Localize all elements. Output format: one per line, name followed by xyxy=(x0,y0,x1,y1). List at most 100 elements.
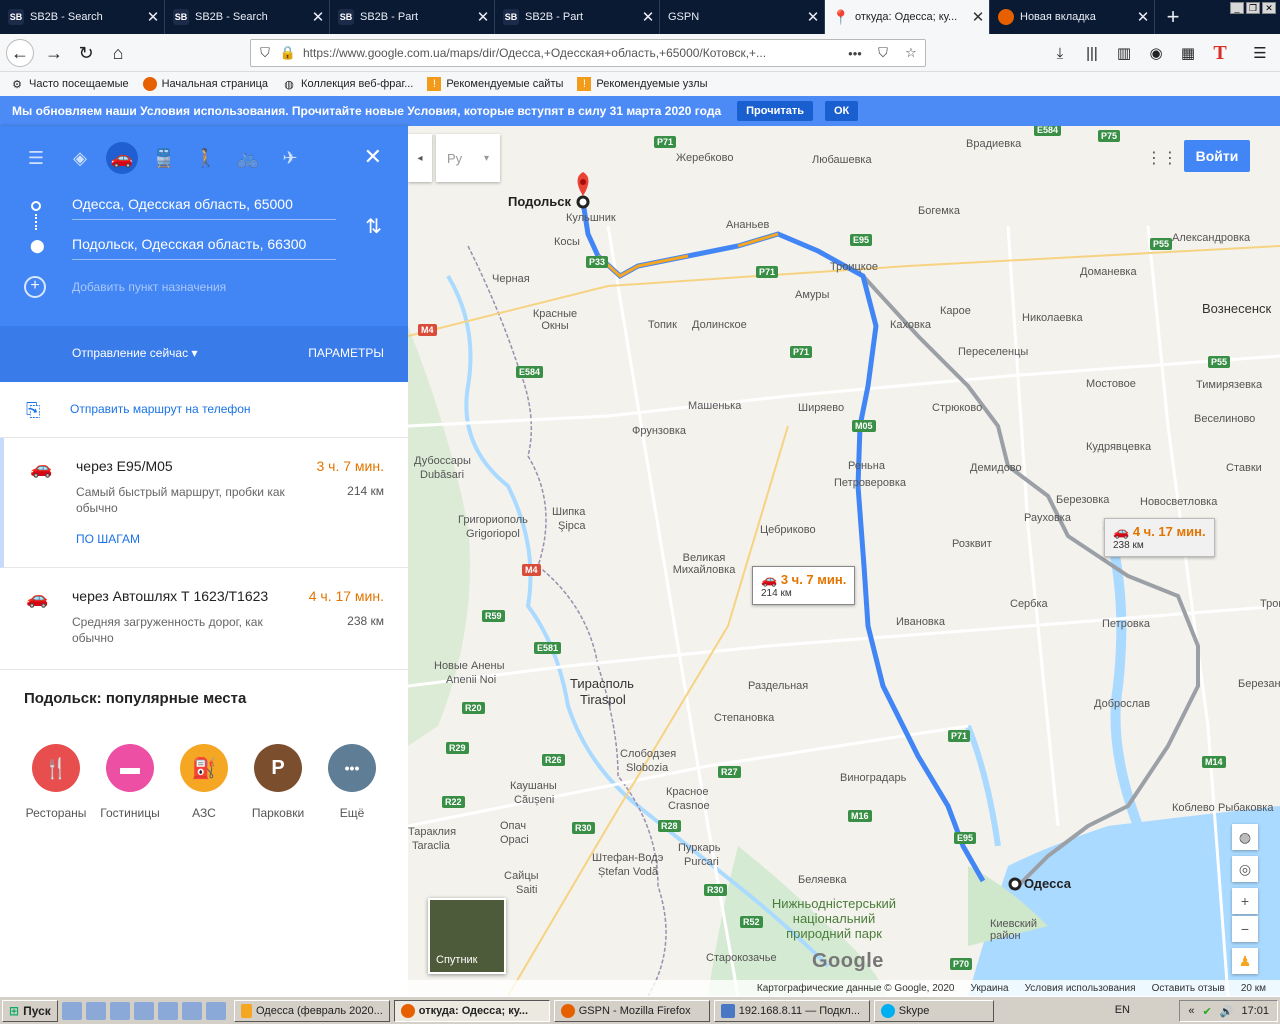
close-tab-icon[interactable]: ✕ xyxy=(1132,8,1154,26)
taskbar-item[interactable]: Одесса (февраль 2020... xyxy=(233,999,390,1022)
bookmark-star-icon[interactable]: ☆ xyxy=(897,45,925,61)
new-tab-button[interactable]: + xyxy=(1155,0,1191,34)
my-location-icon[interactable]: ◎ xyxy=(1232,856,1258,882)
alt-route-duration-callout[interactable]: 🚗 4 ч. 17 мин. 238 км xyxy=(1104,518,1215,557)
sidebar-icon[interactable]: ▥ xyxy=(1112,42,1136,64)
close-tab-icon[interactable]: ✕ xyxy=(307,8,329,26)
language-indicator[interactable]: EN xyxy=(1115,1004,1130,1016)
route-duration-callout[interactable]: 🚗 3 ч. 7 мин. 214 км xyxy=(752,566,856,605)
swap-direction-icon[interactable]: ⇅ xyxy=(365,214,382,239)
close-tab-icon[interactable]: ✕ xyxy=(637,8,659,26)
step-by-step-link[interactable]: ПО ШАГАМ xyxy=(76,532,140,546)
bookmark-item[interactable]: ⚙ Часто посещаемые xyxy=(10,77,129,91)
route-option[interactable]: 🚗 через Автошлях Т 1623/Т1623 4 ч. 17 ми… xyxy=(0,568,408,670)
add-destination-icon[interactable]: + xyxy=(24,276,46,298)
destination-input[interactable]: Подольск, Одесская область, 66300 xyxy=(72,232,336,260)
security-icon[interactable]: ✔ xyxy=(1203,1005,1212,1018)
url-text[interactable]: https://www.google.com.ua/maps/dir/Одесс… xyxy=(297,46,841,60)
quick-launch-icon[interactable] xyxy=(181,1001,202,1020)
category-parking[interactable]: P Парковки xyxy=(238,744,318,820)
back-button[interactable]: ← xyxy=(6,39,34,67)
add-destination-input[interactable]: Добавить пункт назначения xyxy=(72,276,336,304)
map-canvas[interactable]: Подольск Одесса Тирасполь Tiraspol Жереб… xyxy=(408,126,1280,996)
close-tab-icon[interactable]: ✕ xyxy=(142,8,164,26)
quick-launch-icon[interactable] xyxy=(85,1001,106,1020)
page-actions-icon[interactable]: ••• xyxy=(841,46,869,61)
taskbar-item-active[interactable]: откуда: Одесса; ку... xyxy=(393,999,550,1022)
category-restaurants[interactable]: 🍴 Рестораны xyxy=(16,744,96,820)
quick-launch-icon[interactable] xyxy=(61,1001,82,1020)
restore-button[interactable]: ❐ xyxy=(1246,2,1260,14)
transit-mode-icon[interactable]: 🚆 xyxy=(148,142,180,174)
volume-icon[interactable]: 🔊 xyxy=(1220,1005,1234,1018)
category-hotels[interactable]: ▬ Гостиницы xyxy=(90,744,170,820)
globe-icon[interactable]: ◍ xyxy=(1232,824,1258,850)
lock-icon[interactable]: 🔒 xyxy=(279,45,297,61)
tray-expand-icon[interactable]: « xyxy=(1188,1005,1194,1017)
minimize-button[interactable]: _ xyxy=(1230,2,1244,14)
bookmark-item[interactable]: ! Рекомендуемые узлы xyxy=(577,77,708,91)
shield-icon[interactable]: ⛉ xyxy=(251,45,279,61)
signin-button[interactable]: Войти xyxy=(1184,140,1250,172)
t-extension-icon[interactable]: T xyxy=(1208,42,1232,64)
quick-launch-icon[interactable] xyxy=(109,1001,130,1020)
collapse-panel-button[interactable]: ◂ xyxy=(408,134,432,182)
browser-tab[interactable]: SB SB2B - Search ✕ xyxy=(0,0,165,34)
route-option[interactable]: 🚗 через Е95/М05 3 ч. 7 мин. Самый быстры… xyxy=(0,438,408,568)
taskbar-item[interactable]: 192.168.8.11 — Подкл... xyxy=(713,999,870,1022)
forward-button[interactable]: → xyxy=(40,39,68,67)
browser-tab[interactable]: SB SB2B - Part ✕ xyxy=(495,0,660,34)
browser-tab-active[interactable]: 📍 откуда: Одесса; ку... ✕ xyxy=(825,0,990,34)
quick-launch-icon[interactable] xyxy=(205,1001,226,1020)
category-more[interactable]: ••• Ещё xyxy=(312,744,392,820)
quick-launch-icon[interactable] xyxy=(157,1001,178,1020)
account-icon[interactable]: ◉ xyxy=(1144,42,1168,64)
ok-button[interactable]: ОК xyxy=(825,101,859,121)
downloads-icon[interactable]: ⤓ xyxy=(1048,42,1072,64)
browser-tab[interactable]: GSPN ✕ xyxy=(660,0,825,34)
departure-dropdown[interactable]: Отправление сейчас ▾ xyxy=(72,346,197,360)
browser-tab[interactable]: SB SB2B - Search ✕ xyxy=(165,0,330,34)
close-tab-icon[interactable]: ✕ xyxy=(802,8,824,26)
browser-tab[interactable]: SB SB2B - Part ✕ xyxy=(330,0,495,34)
pocket-icon[interactable]: ⛉ xyxy=(869,45,897,61)
layer-selector[interactable]: Ру ▾ xyxy=(436,134,500,182)
close-directions-icon[interactable]: ✕ xyxy=(364,144,382,170)
terms-link[interactable]: Условия использования xyxy=(1025,983,1136,994)
browser-tab[interactable]: Новая вкладка ✕ xyxy=(990,0,1155,34)
menu-icon[interactable]: ☰ xyxy=(1248,42,1272,64)
close-tab-icon[interactable]: ✕ xyxy=(967,8,989,26)
map-scale[interactable]: 20 км xyxy=(1241,983,1266,994)
flight-mode-icon[interactable]: ✈ xyxy=(274,142,306,174)
bookmark-item[interactable]: ◍ Коллекция веб-фраг... xyxy=(282,77,413,91)
pegman-icon[interactable]: ♟ xyxy=(1232,948,1258,974)
car-mode-icon[interactable]: 🚗 xyxy=(106,142,138,174)
map-country[interactable]: Украина xyxy=(970,983,1008,994)
zoom-in-button[interactable]: + xyxy=(1232,888,1258,914)
home-button[interactable]: ⌂ xyxy=(104,39,132,67)
address-bar[interactable]: ⛉ 🔒 https://www.google.com.ua/maps/dir/О… xyxy=(250,39,926,67)
satellite-toggle[interactable]: Спутник xyxy=(428,898,506,974)
origin-input[interactable]: Одесса, Одесская область, 65000 xyxy=(72,192,336,220)
send-to-phone-button[interactable]: ⎘ Отправить маршрут на телефон xyxy=(0,382,408,438)
best-travel-mode-icon[interactable]: ◈ xyxy=(64,142,96,174)
quick-launch-icon[interactable] xyxy=(133,1001,154,1020)
read-terms-button[interactable]: Прочитать xyxy=(737,101,813,121)
walk-mode-icon[interactable]: 🚶 xyxy=(190,142,222,174)
menu-icon[interactable]: ☰ xyxy=(20,142,52,174)
bike-mode-icon[interactable]: 🚲 xyxy=(232,142,264,174)
bookmark-item[interactable]: Начальная страница xyxy=(142,77,268,91)
taskbar-item[interactable]: Skype xyxy=(873,999,994,1022)
bookmark-item[interactable]: ! Рекомендуемые сайты xyxy=(427,77,563,91)
taskbar-item[interactable]: GSPN - Mozilla Firefox xyxy=(553,999,710,1022)
extension-icon[interactable]: ▦ xyxy=(1176,42,1200,64)
library-icon[interactable]: ||| xyxy=(1080,42,1104,64)
start-button[interactable]: ⊞ Пуск xyxy=(2,999,58,1022)
clock[interactable]: 17:01 xyxy=(1241,1005,1269,1017)
params-button[interactable]: ПАРАМЕТРЫ xyxy=(308,346,384,360)
reload-button[interactable]: ↻ xyxy=(72,39,100,67)
feedback-link[interactable]: Оставить отзыв xyxy=(1152,983,1225,994)
category-gas-stations[interactable]: ⛽ АЗС xyxy=(164,744,244,820)
zoom-out-button[interactable]: − xyxy=(1232,916,1258,942)
close-tab-icon[interactable]: ✕ xyxy=(472,8,494,26)
